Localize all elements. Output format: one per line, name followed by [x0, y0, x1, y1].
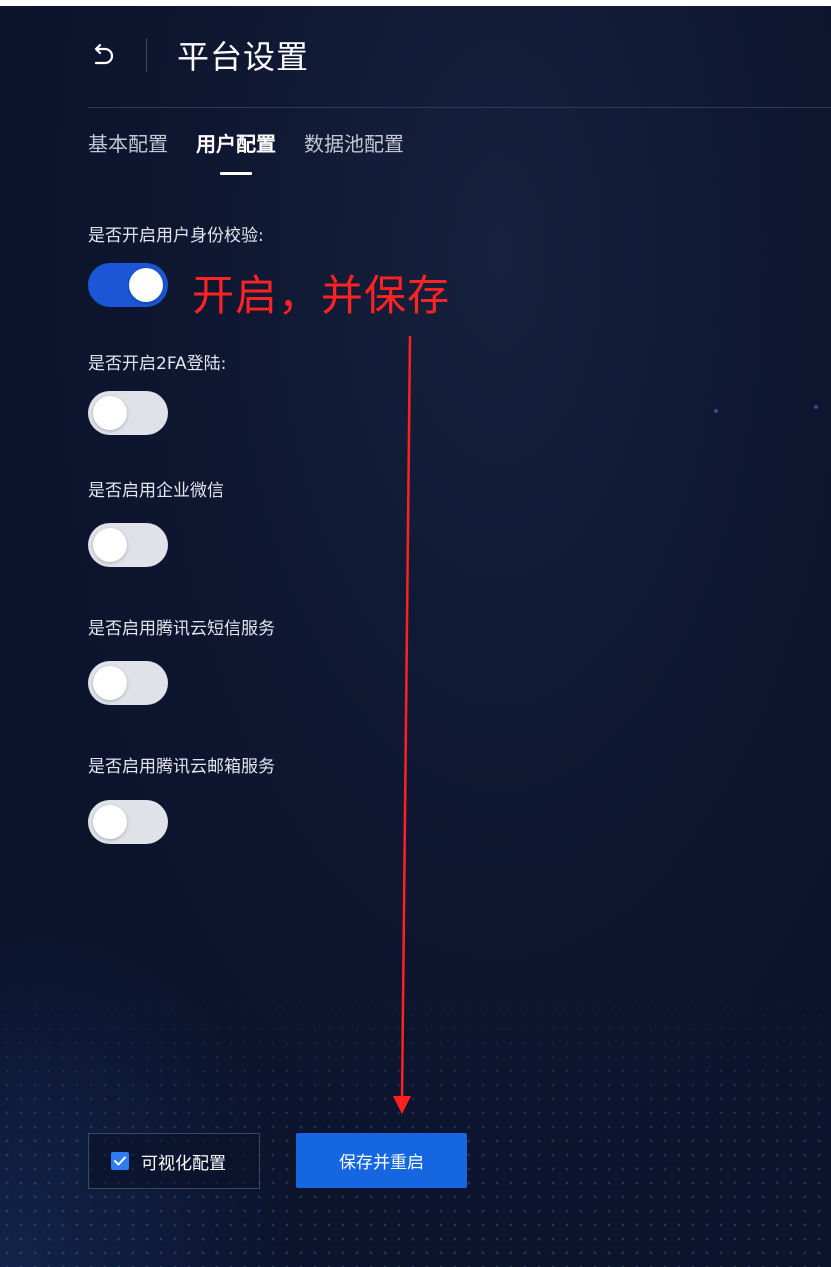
save-and-restart-button[interactable]: 保存并重启	[296, 1133, 467, 1188]
annotation-arrow	[393, 335, 412, 1114]
checkbox-checked-icon	[111, 1152, 129, 1170]
visual-config-checkbox[interactable]: 可视化配置	[88, 1133, 260, 1189]
visual-config-label: 可视化配置	[141, 1153, 226, 1174]
